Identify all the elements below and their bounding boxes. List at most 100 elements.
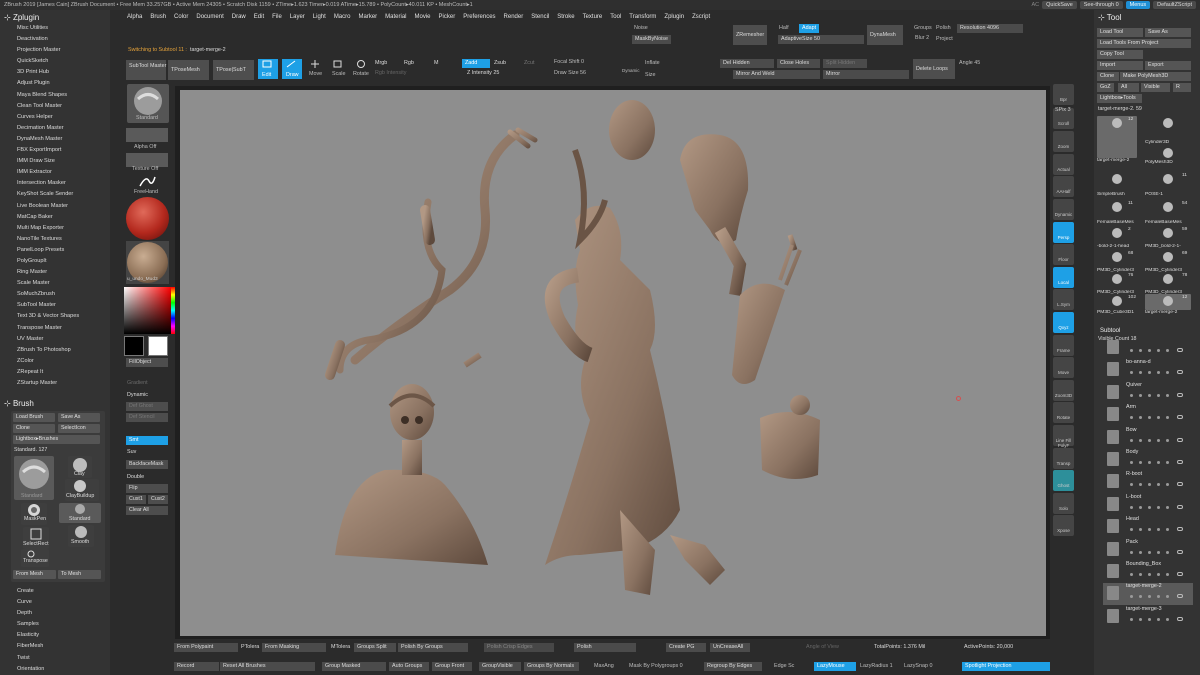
backface-mask-button[interactable]: BackfaceMask: [126, 460, 168, 469]
plugin-item[interactable]: FBX ExportImport: [0, 145, 110, 156]
menu-texture[interactable]: Texture: [579, 11, 607, 23]
subtool-options-dots[interactable]: [1130, 617, 1174, 621]
def-ghost-button[interactable]: Def Ghost: [126, 402, 168, 411]
menu-stencil[interactable]: Stencil: [527, 11, 553, 23]
shelf-solo-button[interactable]: Solo: [1053, 492, 1074, 514]
suv-label[interactable]: Suv: [127, 449, 136, 455]
shelf-transp-button[interactable]: Transp: [1053, 447, 1074, 469]
double-label[interactable]: Double: [127, 474, 144, 480]
eye-icon[interactable]: [1177, 616, 1183, 621]
shelf-l-sym-button[interactable]: L.Sym: [1053, 289, 1074, 311]
shelf-rotate-button[interactable]: Rotate: [1053, 402, 1074, 424]
blur-slider[interactable]: Blur 2: [915, 35, 929, 41]
cust1-button[interactable]: Cust1: [126, 495, 146, 504]
plugin-item[interactable]: Deactivation: [0, 34, 110, 45]
menu-stroke[interactable]: Stroke: [553, 11, 578, 23]
eye-icon[interactable]: [1177, 460, 1183, 464]
half-label[interactable]: Half: [779, 25, 789, 31]
menu-brush[interactable]: Brush: [146, 11, 170, 23]
cust2-button[interactable]: Cust2: [148, 495, 168, 504]
bottom1-button-5[interactable]: Polish: [574, 643, 636, 652]
project-label[interactable]: Project: [936, 36, 953, 42]
plugin-item[interactable]: ZColor: [0, 356, 110, 367]
menu-movie[interactable]: Movie: [411, 11, 435, 23]
subtool-options-dots[interactable]: [1130, 528, 1174, 532]
draw-button[interactable]: Draw: [282, 59, 302, 79]
tool-thumb[interactable]: [1145, 146, 1191, 160]
dynamesh-button[interactable]: DynaMesh: [867, 25, 903, 45]
plugin-item[interactable]: NanoTile Textures: [0, 234, 110, 245]
plugin-item[interactable]: Intersection Masker: [0, 178, 110, 189]
menu-zscript[interactable]: Zscript: [688, 11, 714, 23]
groups-label[interactable]: Groups: [914, 25, 932, 31]
plugin-item[interactable]: ZBrush To Photoshop: [0, 345, 110, 356]
zcut-toggle[interactable]: Zcut: [524, 60, 534, 66]
zremesher-button[interactable]: ZRemesher: [733, 25, 767, 45]
plugin-item[interactable]: Live Boolean Master: [0, 201, 110, 212]
plugin-item[interactable]: Curves Helper: [0, 112, 110, 123]
menu-picker[interactable]: Picker: [435, 11, 460, 23]
lightbox-brushes-button[interactable]: Lightbox▸Brushes: [13, 435, 100, 444]
brush-subpanel-item[interactable]: Create: [0, 586, 110, 597]
bottom1-button-6[interactable]: Create PG: [666, 643, 706, 652]
brush-save-as-button[interactable]: Save As: [58, 413, 100, 422]
brush-subpanel-item[interactable]: Samples: [0, 619, 110, 630]
plugin-item[interactable]: Maya Blend Shapes: [0, 90, 110, 101]
plugin-item[interactable]: 3D Print Hub: [0, 67, 110, 78]
shelf-zoom3d-button[interactable]: Zoom3D: [1053, 379, 1074, 401]
split-hidden-button[interactable]: Split Hidden: [823, 59, 867, 68]
shelf-bpr-button[interactable]: Bpr: [1053, 84, 1074, 105]
shelf-local-button[interactable]: Local: [1053, 266, 1074, 288]
goz-r-button[interactable]: R: [1173, 83, 1191, 92]
size-slider[interactable]: Size: [645, 72, 656, 78]
subtool-options-dots[interactable]: [1130, 393, 1174, 397]
eye-icon[interactable]: [1177, 572, 1183, 576]
del-hidden-button[interactable]: Del Hidden: [720, 59, 774, 68]
plugin-item[interactable]: Transpose Master: [0, 323, 110, 334]
default-zscript-button[interactable]: DefaultZScript: [1153, 1, 1196, 9]
plugin-item[interactable]: ZRepeat It: [0, 367, 110, 378]
load-tool-button[interactable]: Load Tool: [1097, 28, 1143, 37]
shelf-zoom-button[interactable]: Zoom: [1053, 131, 1074, 153]
shelf-dynamic-button[interactable]: Dynamic: [1053, 199, 1074, 220]
subtool-options-dots[interactable]: [1130, 505, 1174, 509]
mask-by-noise-button[interactable]: MaskByNoise: [632, 35, 671, 44]
shelf-frame-button[interactable]: Frame: [1053, 334, 1074, 356]
subtool-options-dots[interactable]: [1130, 573, 1174, 576]
subtool-options-dots[interactable]: [1130, 416, 1174, 420]
shelf-line-fill-polyf-button[interactable]: Line Fill PolyF: [1053, 425, 1074, 448]
menu-render[interactable]: Render: [500, 11, 528, 23]
from-mesh-button[interactable]: From Mesh: [13, 570, 56, 579]
quicksave-button[interactable]: QuickSave: [1042, 1, 1077, 9]
spix-slider[interactable]: SPix 3: [1055, 107, 1071, 113]
adaptive-size-slider[interactable]: AdaptiveSize 50: [778, 35, 864, 44]
dynamic-label[interactable]: Dynamic: [127, 392, 148, 398]
bottom1-button-2[interactable]: Groups Split: [354, 643, 396, 652]
bottom2-button-7[interactable]: Regroup By Edges: [704, 662, 762, 671]
fill-object-button[interactable]: FillObject: [126, 358, 168, 367]
bottom1-button-3[interactable]: Polish By Groups: [398, 643, 468, 652]
move-button[interactable]: Move: [307, 59, 327, 79]
menu-color[interactable]: Color: [170, 11, 192, 23]
goz-all-button[interactable]: All: [1118, 83, 1139, 92]
shelf-ghost-button[interactable]: Ghost: [1053, 470, 1074, 492]
plugin-item[interactable]: UV Master: [0, 334, 110, 345]
bottom2-button-1[interactable]: Reset All Brushes: [220, 662, 315, 671]
bottom2-button-6[interactable]: Groups By Normals: [524, 662, 579, 671]
brush-thumb-maskpen[interactable]: MaskPen: [21, 503, 47, 525]
bottom1-tolerance-label[interactable]: PTolera: [241, 644, 259, 650]
delete-loops-button[interactable]: Delete Loops: [913, 59, 955, 79]
export-button[interactable]: Export: [1145, 61, 1191, 70]
tool-title[interactable]: ⊹ Tool: [1094, 10, 1200, 23]
bottom1-button-0[interactable]: From Polypaint: [174, 643, 238, 652]
brush-thumb-standard[interactable]: Standard: [14, 456, 54, 500]
load-brush-button[interactable]: Load Brush: [13, 413, 55, 422]
brush-title[interactable]: ⊹ Brush: [0, 396, 38, 409]
tool-thumb[interactable]: [1145, 116, 1191, 140]
brush-selector[interactable]: Standard: [127, 84, 169, 123]
plugin-item[interactable]: Scale Master: [0, 278, 110, 289]
plugin-item[interactable]: MatCap Baker: [0, 212, 110, 223]
mirror-button[interactable]: Mirror: [823, 70, 909, 79]
eye-icon[interactable]: [1177, 437, 1183, 442]
brush-thumb-clay[interactable]: Clay: [68, 456, 92, 478]
